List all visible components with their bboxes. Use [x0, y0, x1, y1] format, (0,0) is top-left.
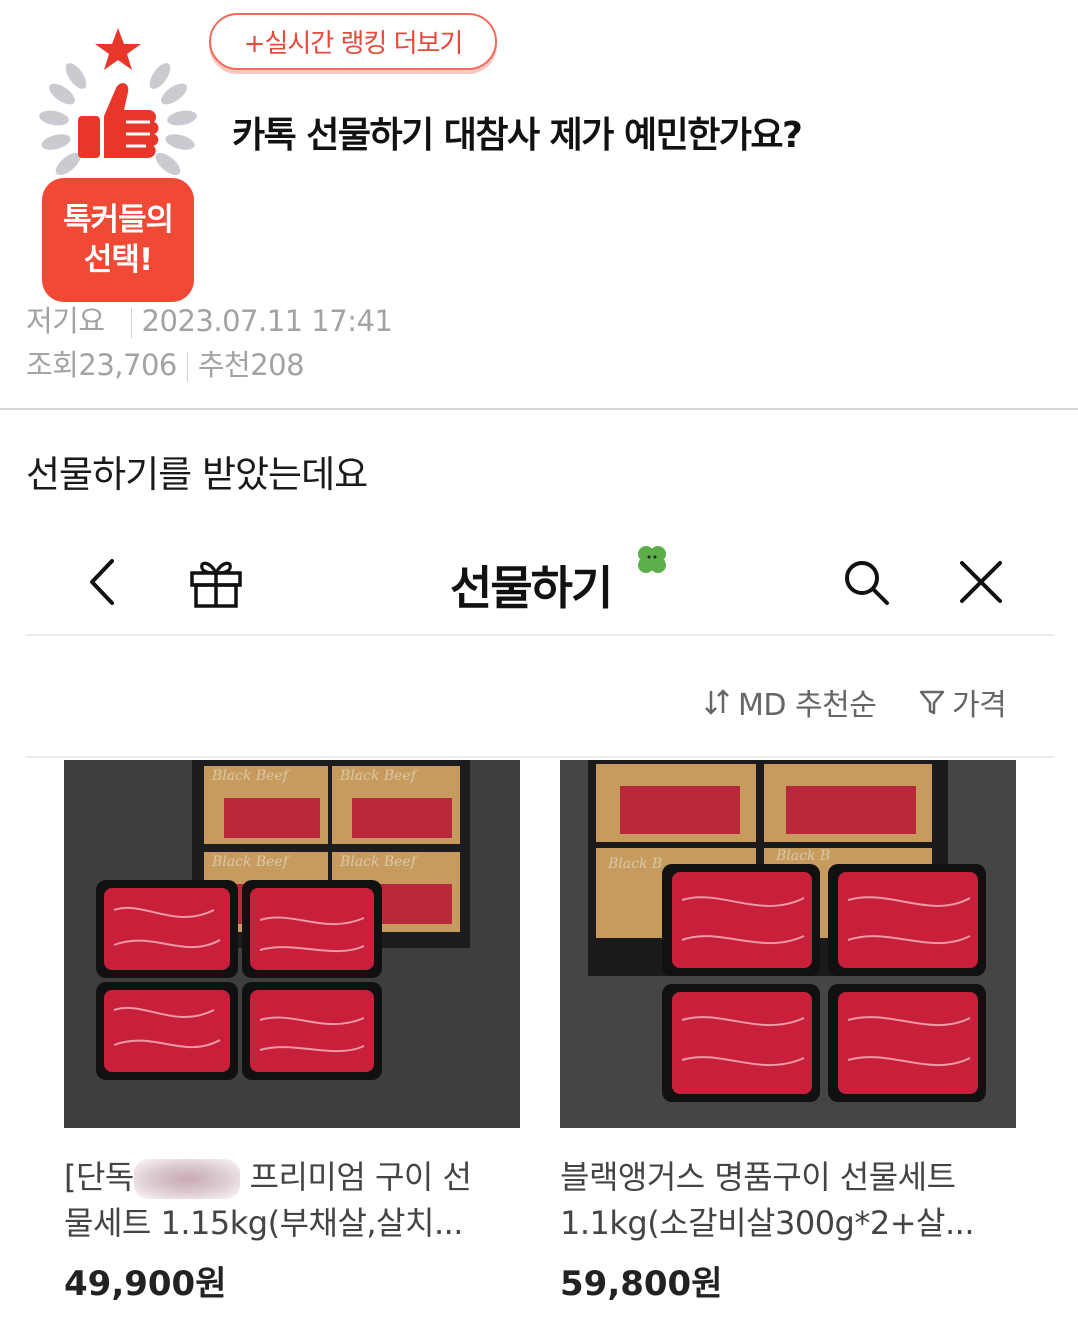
badge-line-2: 선택! [83, 242, 153, 278]
svg-text:Black Beef: Black Beef [211, 768, 291, 784]
gift-nav-title: 선물하기 [450, 561, 613, 615]
sort-arrows-icon [705, 689, 729, 715]
svg-text:Black Beef: Black Beef [339, 854, 419, 870]
product-price: 59,800원 [560, 1264, 723, 1304]
price-filter[interactable]: 가격 [918, 680, 1007, 724]
header-divider [0, 408, 1078, 410]
sort-filter-bar: MD 추천순 가격 [26, 640, 1054, 758]
product-card[interactable]: Black Beef Black Beef Black Beef Black Bee… [64, 760, 520, 1305]
recommend-count: 208 [250, 348, 305, 382]
censored-blur [133, 1159, 240, 1199]
product-name-suffix: 프리미엄 구이 선 [239, 1158, 472, 1196]
post-meta-line-2: 조회23,706 추천208 [26, 342, 305, 384]
product-name-line-2: 1.1kg(소갈비살300g*2+살... [560, 1204, 975, 1242]
post-meta-line-1: 저기요 2023.07.11 17:41 [26, 298, 393, 340]
product-name-prefix: [단독 [64, 1158, 134, 1196]
product-card[interactable]: Black B Black B 블랙앵거스 명품구이 선물세트 1.1kg(소갈비… [560, 760, 1016, 1305]
views-label: 조회 [26, 348, 79, 382]
gift-nav-bar: 선물하기 [26, 530, 1054, 636]
talker-choice-label: 톡커들의 선택! [42, 178, 194, 302]
product-name-line-2: 물세트 1.15kg(부채살,살치... [64, 1204, 463, 1242]
svg-text:Black Beef: Black Beef [211, 854, 291, 870]
clover-icon [632, 540, 672, 584]
author-name[interactable]: 저기요 [26, 304, 105, 338]
gift-box-icon[interactable] [186, 530, 246, 634]
product-name[interactable]: 블랙앵거스 명품구이 선물세트 1.1kg(소갈비살300g*2+살... [560, 1154, 1016, 1246]
product-price: 49,900원 [64, 1264, 227, 1304]
post-datetime: 2023.07.11 17:41 [141, 304, 393, 338]
product-image[interactable]: Black B Black B [560, 760, 1016, 1128]
views-count: 23,706 [78, 348, 177, 382]
sort-label: MD 추천순 [738, 688, 877, 723]
meta-divider [186, 352, 188, 382]
svg-text:Black Beef: Black Beef [339, 768, 419, 784]
badge-line-1: 톡커들의 [62, 202, 174, 238]
laurel-thumbs-up-icon [39, 28, 197, 176]
post-title: 카톡 선물하기 대참사 제가 예민한가요? [232, 115, 803, 156]
meta-divider [130, 308, 132, 338]
filter-funnel-icon [919, 690, 945, 715]
product-name[interactable]: [단독 프리미엄 구이 선 물세트 1.15kg(부채살,살치... [64, 1154, 520, 1246]
filter-label: 가격 [952, 688, 1007, 723]
svg-text:Black B: Black B [607, 856, 662, 872]
realtime-ranking-button[interactable]: +실시간 랭킹 더보기 [209, 13, 497, 70]
recommend-label: 추천 [197, 348, 251, 382]
talker-choice-badge: 톡커들의 선택! [26, 26, 210, 302]
product-image[interactable]: Black Beef Black Beef Black Beef Black Bee… [64, 760, 520, 1128]
chevron-left-icon[interactable] [78, 530, 128, 634]
close-icon[interactable] [956, 530, 1006, 634]
search-icon[interactable] [838, 530, 894, 634]
post-body-text: 선물하기를 받았는데요 [26, 453, 368, 496]
sort-md-recommend[interactable]: MD 추천순 [702, 680, 877, 724]
product-name-line-1: 블랙앵거스 명품구이 선물세트 [560, 1158, 956, 1196]
svg-text:Black B: Black B [775, 848, 830, 864]
